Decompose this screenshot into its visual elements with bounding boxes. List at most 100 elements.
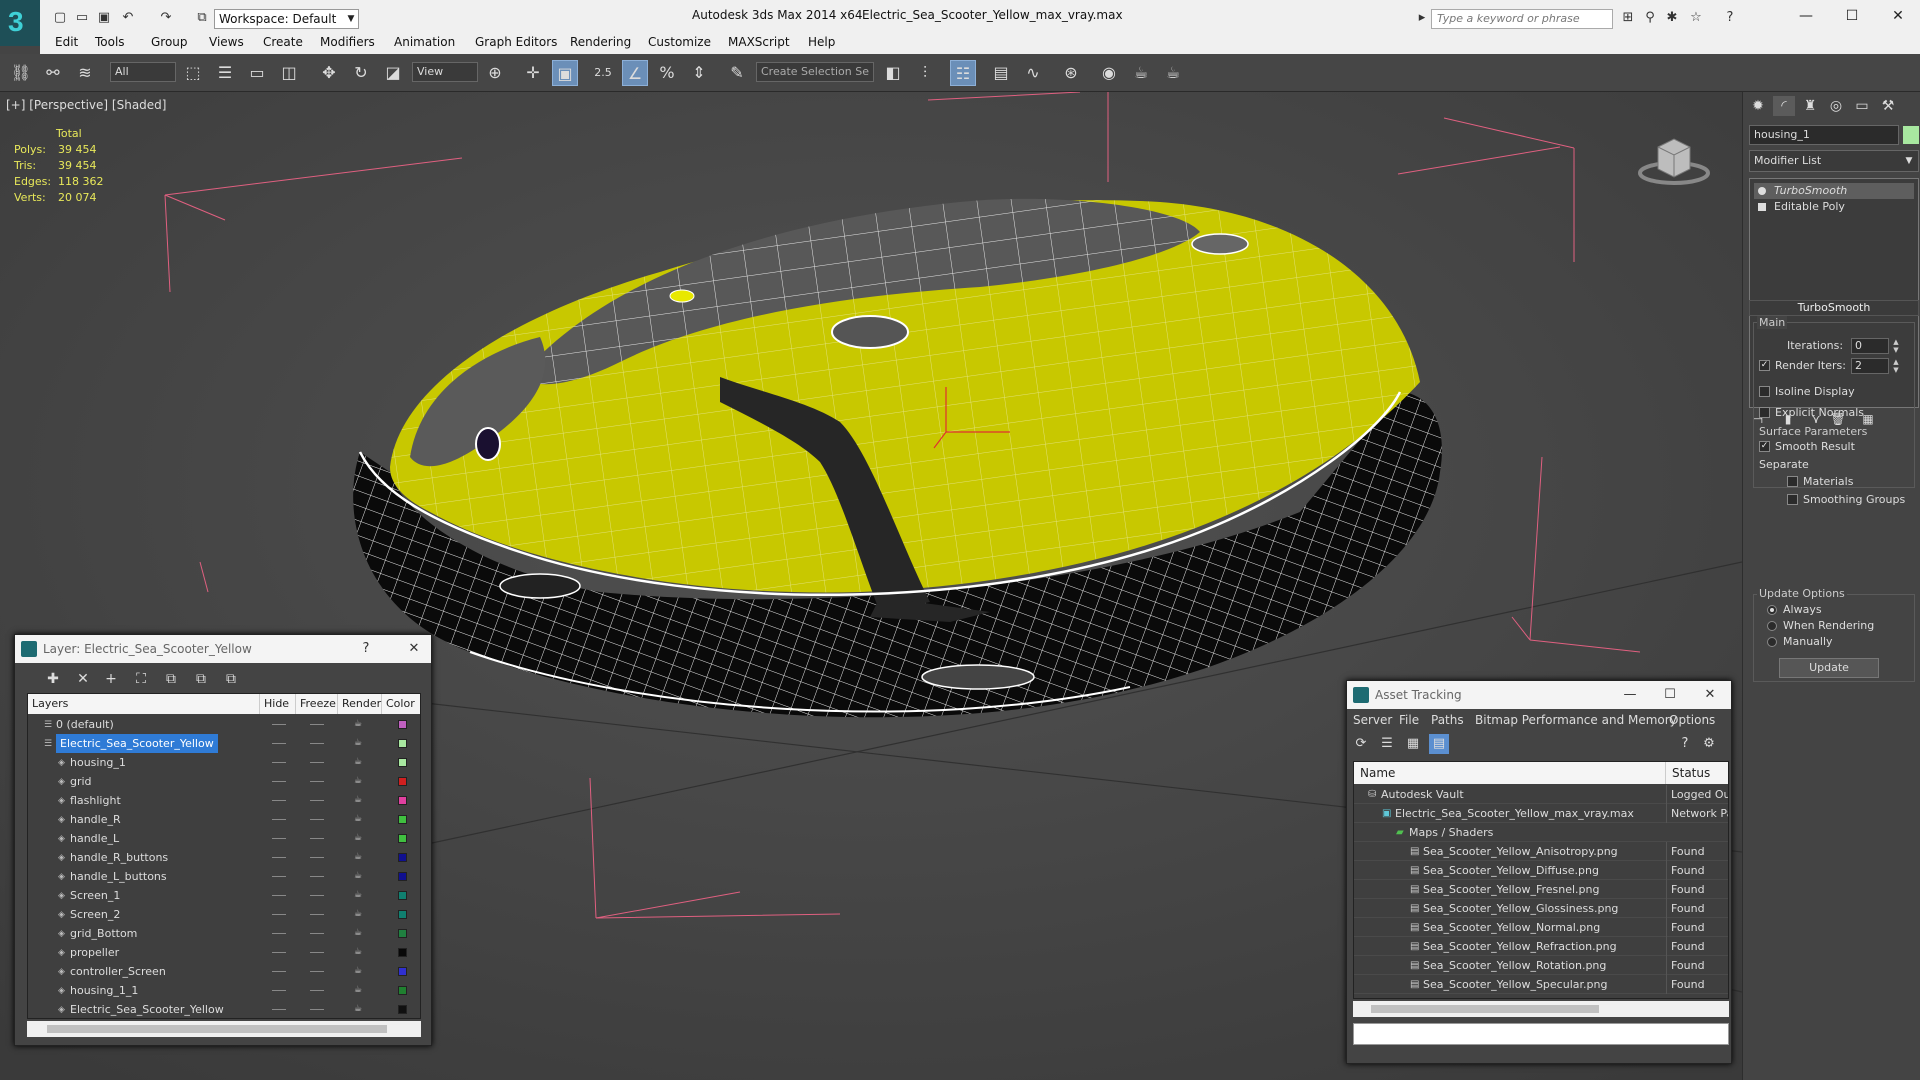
asset-row[interactable]: ▤ Sea_Scooter_Yellow_Specular.png Found: [1354, 975, 1728, 994]
layer-row[interactable]: ◈ Screen_2 ☕: [28, 905, 420, 924]
refresh-icon[interactable]: ⟳: [1351, 734, 1371, 754]
layer-color-swatch[interactable]: [398, 834, 407, 843]
explicit-normals-checkbox[interactable]: [1759, 407, 1770, 418]
scale-icon[interactable]: ◪: [380, 60, 406, 86]
app-logo[interactable]: 3: [0, 0, 40, 46]
new-file-icon[interactable]: ▢: [52, 10, 68, 26]
menu-rendering[interactable]: Rendering: [570, 35, 631, 49]
layer-color-swatch[interactable]: [398, 967, 407, 976]
layer-row[interactable]: ◈ handle_L_buttons ☕: [28, 867, 420, 886]
freeze-toggle[interactable]: [310, 857, 324, 858]
close-button[interactable]: ✕: [397, 635, 431, 663]
utilities-tab-icon[interactable]: ⚒: [1877, 96, 1899, 116]
help-icon[interactable]: ?: [1675, 734, 1695, 754]
minimize-button[interactable]: —: [1613, 681, 1647, 709]
menu-paths[interactable]: Paths: [1431, 713, 1464, 727]
mirror-icon[interactable]: ◧: [880, 60, 906, 86]
render-toggle-icon[interactable]: ☕: [354, 834, 364, 843]
layer-color-swatch[interactable]: [398, 891, 407, 900]
select-and-link-icon[interactable]: ⛓: [8, 60, 34, 86]
graphite-ribbon-icon[interactable]: ▤: [988, 60, 1014, 86]
asset-row[interactable]: ▤ Sea_Scooter_Yellow_Anisotropy.png Found: [1354, 842, 1728, 861]
layer-color-swatch[interactable]: [398, 948, 407, 957]
object-name-field[interactable]: housing_1: [1749, 125, 1899, 145]
hide-toggle[interactable]: [272, 762, 286, 763]
hide-toggle[interactable]: [272, 743, 286, 744]
subscription-icon[interactable]: ⚲: [1642, 10, 1658, 26]
stack-item-editable-poly[interactable]: Editable Poly: [1754, 199, 1914, 215]
select-manipulate-icon[interactable]: ✛: [520, 60, 546, 86]
freeze-toggle[interactable]: [310, 838, 324, 839]
table-view-icon[interactable]: ▤: [1429, 734, 1449, 754]
layer-row[interactable]: ◈ handle_R ☕: [28, 810, 420, 829]
freeze-toggle[interactable]: [310, 876, 324, 877]
freeze-toggle[interactable]: [310, 1009, 324, 1010]
layer-row[interactable]: ☰ 0 (default) ☕: [28, 715, 420, 734]
render-toggle-icon[interactable]: ☕: [354, 967, 364, 976]
layer-row[interactable]: ◈ housing_1_1 ☕: [28, 981, 420, 1000]
freeze-all-layers-icon[interactable]: ⧉: [221, 669, 241, 689]
workspace-dropdown[interactable]: Workspace: Default: [214, 9, 359, 29]
display-tab-icon[interactable]: ▭: [1851, 96, 1873, 116]
layer-color-swatch[interactable]: [398, 758, 407, 767]
add-to-layer-icon[interactable]: +: [101, 669, 121, 689]
render-iters-checkbox[interactable]: ✓: [1759, 360, 1770, 371]
layer-color-swatch[interactable]: [398, 777, 407, 786]
favorites-star-icon[interactable]: ☆: [1688, 10, 1704, 26]
manually-radio[interactable]: [1767, 637, 1777, 647]
horizontal-scrollbar[interactable]: [1353, 1001, 1729, 1017]
freeze-toggle[interactable]: [310, 819, 324, 820]
smoothing-groups-checkbox[interactable]: [1787, 494, 1798, 505]
spinner-snap-icon[interactable]: ⇕: [686, 60, 712, 86]
hide-toggle[interactable]: [272, 838, 286, 839]
layer-row[interactable]: ◈ propeller ☕: [28, 943, 420, 962]
hide-toggle[interactable]: [272, 990, 286, 991]
move-icon[interactable]: ✥: [316, 60, 342, 86]
render-toggle-icon[interactable]: ☕: [354, 777, 364, 786]
binoculars-icon[interactable]: ⊞: [1620, 10, 1636, 26]
layer-color-swatch[interactable]: [398, 739, 407, 748]
hide-toggle[interactable]: [272, 857, 286, 858]
hide-toggle[interactable]: [272, 971, 286, 972]
column-render[interactable]: Render: [338, 694, 382, 714]
layer-row[interactable]: ◈ flashlight ☕: [28, 791, 420, 810]
select-in-layer-icon[interactable]: ⛶: [131, 669, 151, 689]
freeze-toggle[interactable]: [310, 762, 324, 763]
lightbulb-icon[interactable]: [1758, 187, 1766, 195]
hide-toggle[interactable]: [272, 952, 286, 953]
menu-maxscript[interactable]: MAXScript: [728, 35, 790, 49]
hide-toggle[interactable]: [272, 914, 286, 915]
layer-row[interactable]: ◈ housing_1 ☕: [28, 753, 420, 772]
hide-all-layers-icon[interactable]: ⧉: [191, 669, 211, 689]
layer-row[interactable]: ☰ Electric_Sea_Scooter_Yellow ☕: [28, 734, 420, 753]
layer-color-swatch[interactable]: [398, 910, 407, 919]
menu-customize[interactable]: Customize: [648, 35, 711, 49]
chevron-down-icon[interactable]: ▼: [1899, 150, 1919, 172]
help-icon[interactable]: ?: [1722, 10, 1738, 26]
schematic-view-icon[interactable]: ⊛: [1058, 60, 1084, 86]
select-by-name-icon[interactable]: ☰: [212, 60, 238, 86]
render-setup-icon[interactable]: ☕: [1128, 60, 1154, 86]
render-toggle-icon[interactable]: ☕: [354, 815, 364, 824]
minimize-button[interactable]: —: [1786, 4, 1826, 28]
menu-tools[interactable]: Tools: [95, 35, 125, 49]
menu-server[interactable]: Server: [1353, 713, 1392, 727]
spinner-arrows-icon[interactable]: ▲ ▼: [1891, 338, 1901, 354]
layer-row[interactable]: ◈ handle_L ☕: [28, 829, 420, 848]
column-freeze[interactable]: Freeze: [296, 694, 338, 714]
rotate-icon[interactable]: ↻: [348, 60, 374, 86]
unlink-icon[interactable]: ⚯: [40, 60, 66, 86]
hierarchy-tab-icon[interactable]: ♜: [1799, 96, 1821, 116]
keyboard-shortcut-override-icon[interactable]: ▣: [552, 60, 578, 86]
column-status[interactable]: Status: [1666, 762, 1728, 784]
search-input[interactable]: Type a keyword or phrase: [1431, 9, 1613, 29]
column-hide[interactable]: Hide: [260, 694, 296, 714]
menu-help[interactable]: Help: [808, 35, 835, 49]
when-rendering-radio[interactable]: [1767, 621, 1777, 631]
materials-checkbox[interactable]: [1787, 476, 1798, 487]
hide-toggle[interactable]: [272, 1009, 286, 1010]
smooth-result-checkbox[interactable]: ✓: [1759, 441, 1770, 452]
align-icon[interactable]: ⫶: [912, 60, 938, 86]
freeze-toggle[interactable]: [310, 724, 324, 725]
menu-edit[interactable]: Edit: [55, 35, 78, 49]
